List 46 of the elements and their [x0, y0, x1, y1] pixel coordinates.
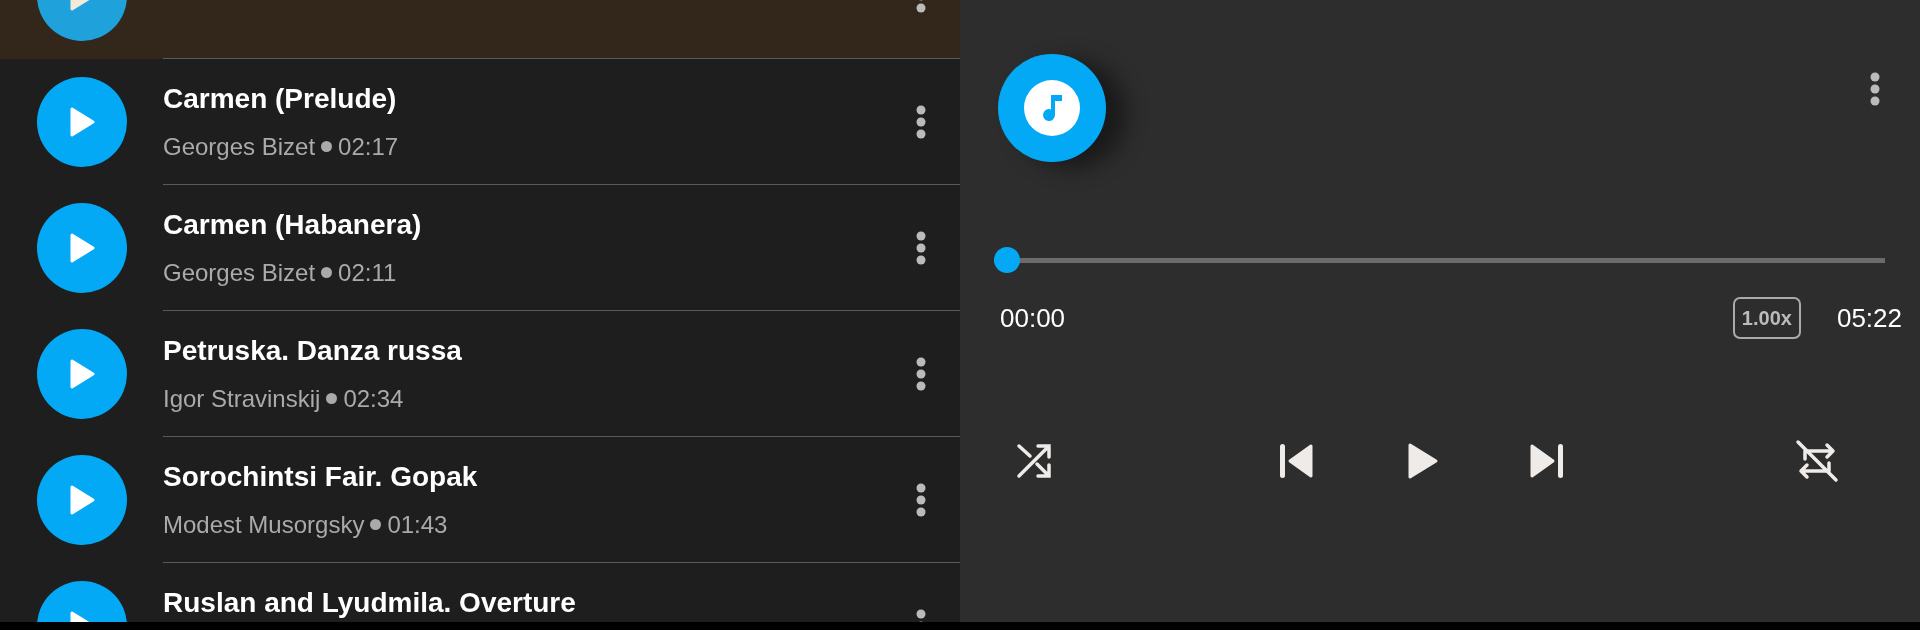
separator-dot	[321, 141, 333, 152]
more-icon	[916, 230, 926, 265]
next-button[interactable]	[1529, 442, 1565, 480]
previous-button[interactable]	[1278, 442, 1314, 480]
track-artist: Georges Bizet	[163, 260, 316, 285]
next-icon	[1529, 442, 1565, 480]
play-icon	[1407, 442, 1439, 480]
track-duration: 01:43	[387, 512, 448, 537]
track-row[interactable]: Sorochintsi Fair. Gopak Modest Musorgsky 01:43	[0, 437, 960, 563]
play-button[interactable]	[1407, 442, 1439, 480]
speed-button[interactable]: 1.00x	[1732, 297, 1801, 339]
track-row[interactable]: Carmen (Prelude) Georges Bizet 02:17	[0, 59, 960, 185]
track-row[interactable]: Ruslan and Lyudmila. Overture	[0, 563, 960, 622]
more-icon	[916, 104, 926, 139]
track-title: Sorochintsi Fair. Gopak	[163, 462, 479, 491]
track-title: Carmen (Habanera)	[163, 210, 423, 239]
play-icon	[69, 485, 95, 515]
repeat-icon	[1795, 439, 1839, 483]
separator-dot	[321, 267, 333, 278]
track-artist: Georges Bizet	[163, 134, 316, 159]
repeat-button[interactable]	[1795, 439, 1839, 483]
more-icon	[916, 482, 926, 517]
shuffle-button[interactable]	[1016, 443, 1052, 479]
total-time: 05:22	[1836, 301, 1902, 335]
seek-thumb[interactable]	[994, 247, 1020, 273]
more-icon	[1870, 72, 1880, 106]
track-duration: 02:34	[343, 386, 404, 411]
track-title: Ruslan and Lyudmila. Overture	[163, 588, 577, 617]
track-artist: Igor Stravinskij	[163, 386, 321, 411]
separator-dot	[370, 519, 382, 530]
track-duration: 02:11	[338, 260, 397, 285]
separator-dot	[326, 393, 338, 404]
elapsed-time: 00:00	[1000, 301, 1066, 335]
shuffle-icon	[1016, 443, 1052, 479]
more-icon	[916, 356, 926, 391]
track-title: Petruska. Danza russa	[163, 336, 463, 365]
track-title: Carmen (Prelude)	[163, 84, 398, 113]
previous-icon	[1278, 442, 1314, 480]
track-row[interactable]: Carmen (Habanera) Georges Bizet 02:11	[0, 185, 960, 311]
track-duration: 02:17	[338, 134, 399, 159]
play-icon	[69, 233, 95, 263]
music-note-icon	[1024, 80, 1080, 136]
play-icon	[69, 359, 95, 389]
play-icon	[69, 107, 95, 137]
track-artist: Modest Musorgsky	[163, 512, 365, 537]
track-row[interactable]: Petruska. Danza russa Igor Stravinskij 02:34	[0, 311, 960, 437]
